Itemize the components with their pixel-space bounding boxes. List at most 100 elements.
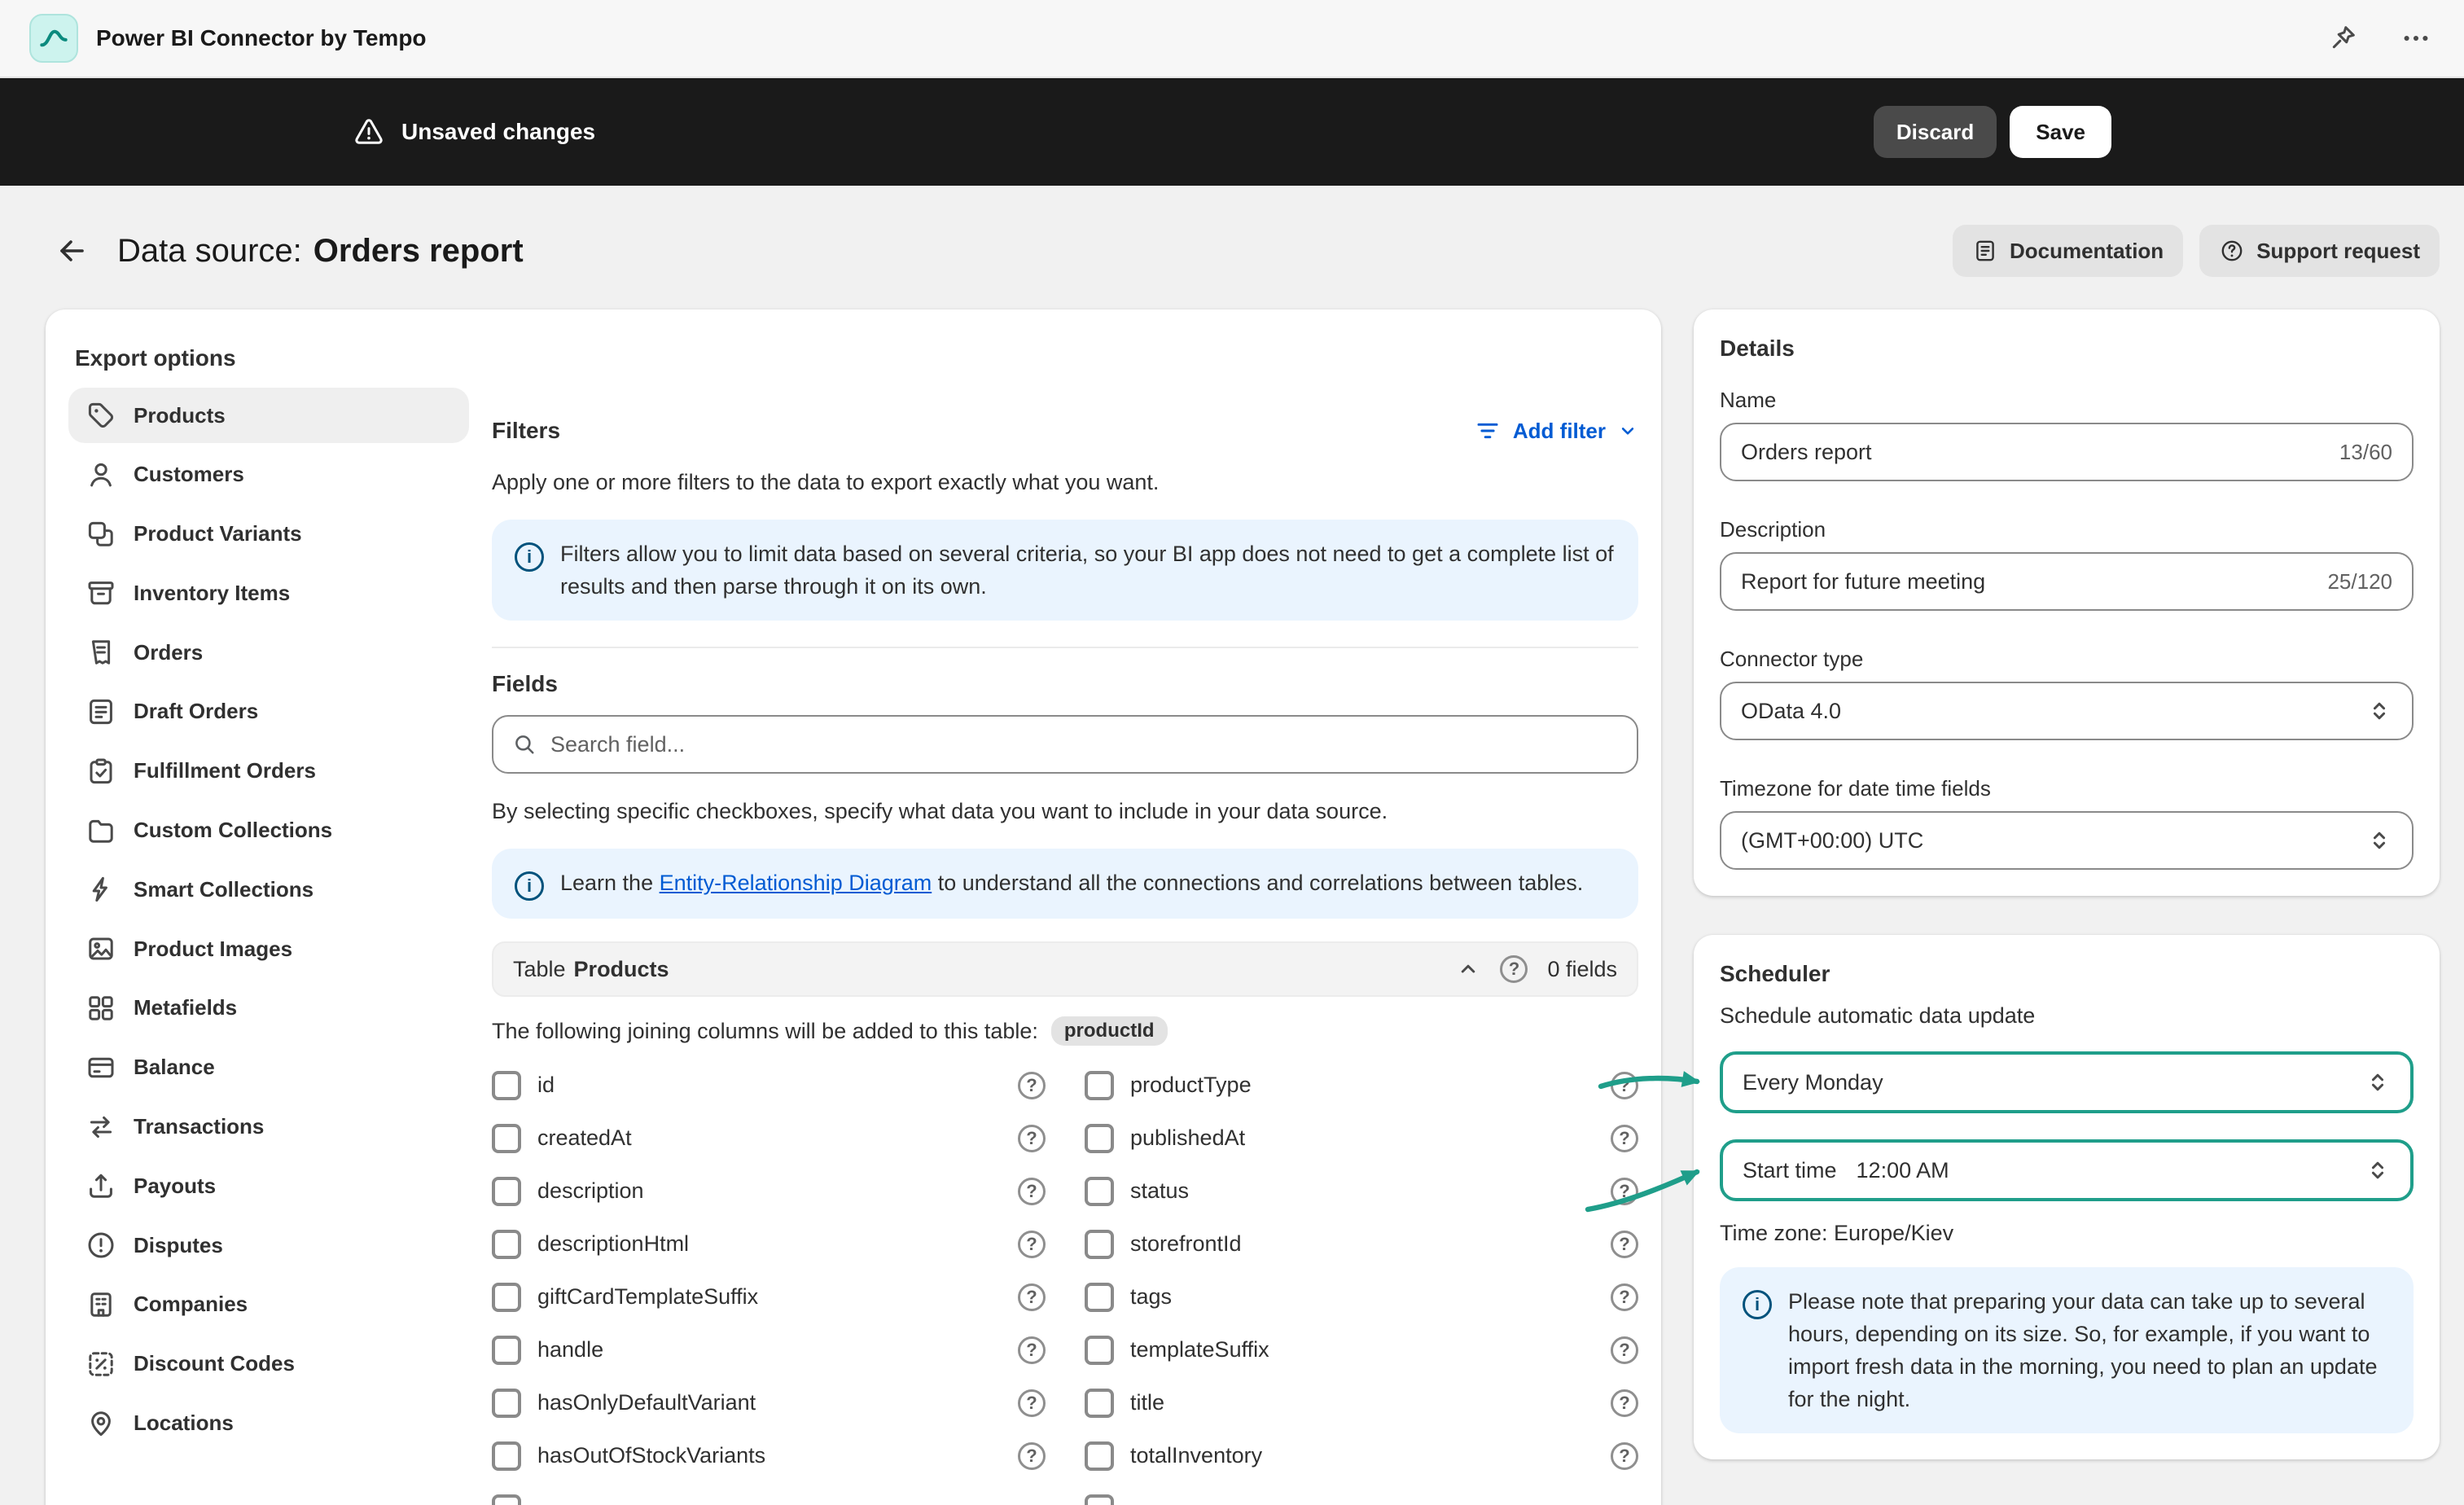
documentation-button[interactable]: Documentation [1953,225,2183,277]
fields-count: 0 fields [1547,957,1617,982]
field-checkbox[interactable] [492,1389,521,1418]
help-icon[interactable] [1018,1231,1046,1258]
field-checkbox[interactable] [492,1283,521,1312]
help-icon[interactable] [1611,1283,1638,1311]
chevron-up-icon[interactable] [1456,957,1480,981]
field-checkbox[interactable] [1085,1177,1114,1206]
field-checkbox[interactable] [492,1230,521,1259]
contextual-save-bar: Unsaved changes Discard Save [0,78,2464,186]
sidebar-item-products[interactable]: Products [68,388,469,443]
field-checkbox[interactable] [492,1177,521,1206]
sidebar-item-inventory-items[interactable]: Inventory Items [68,565,469,621]
field-checkbox[interactable] [1085,1124,1114,1153]
resource-sidebar: Products Customers Product Variants Inve… [68,388,469,1505]
sidebar-item-payouts[interactable]: Payouts [68,1158,469,1213]
details-heading: Details [1720,336,2414,362]
pin-icon[interactable] [2324,20,2361,57]
connector-type-value: OData 4.0 [1741,699,1841,724]
add-filter-button[interactable]: Add filter [1474,417,1638,445]
sidebar-item-orders[interactable]: Orders [68,625,469,680]
export-options-card: Export options Products Customers Produc… [46,309,1661,1505]
save-button[interactable]: Save [2010,106,2111,158]
sidebar-item-product-variants[interactable]: Product Variants [68,507,469,562]
timezone-select[interactable]: (GMT+00:00) UTC [1720,811,2414,870]
description-input[interactable] [1741,569,2314,595]
description-label: Description [1720,517,2414,542]
erd-text-prefix: Learn the [560,871,660,895]
field-checkbox[interactable] [1085,1230,1114,1259]
support-request-button[interactable]: Support request [2199,225,2440,277]
filter-icon [1474,417,1502,445]
timezone-value: (GMT+00:00) UTC [1741,828,1923,853]
field-checkbox[interactable] [1085,1389,1114,1418]
field-checkbox[interactable] [492,1336,521,1365]
lightning-icon [85,873,117,906]
help-icon[interactable] [1018,1283,1046,1311]
connector-type-select[interactable]: OData 4.0 [1720,682,2414,740]
sidebar-item-label: Custom Collections [134,818,332,843]
field-label: hasOnlyDefaultVariant [537,1390,756,1415]
help-icon[interactable] [1018,1072,1046,1099]
filters-info-banner: Filters allow you to limit data based on… [492,520,1638,621]
sidebar-item-transactions[interactable]: Transactions [68,1099,469,1155]
sidebar-item-label: Product Images [134,937,292,962]
field-checkbox[interactable] [492,1494,521,1505]
sidebar-item-metafields[interactable]: Metafields [68,981,469,1036]
sidebar-item-companies[interactable]: Companies [68,1277,469,1332]
sidebar-item-custom-collections[interactable]: Custom Collections [68,803,469,858]
help-icon[interactable] [1611,1389,1638,1417]
help-icon[interactable] [1611,1442,1638,1470]
unsaved-changes-message: Unsaved changes [353,116,595,148]
page-title-prefix: Data source: [117,233,302,270]
sidebar-item-label: Discount Codes [134,1351,295,1376]
search-input[interactable] [550,732,1619,757]
field-checkbox[interactable] [492,1124,521,1153]
sidebar-item-balance[interactable]: Balance [68,1040,469,1095]
field-checkbox[interactable] [1085,1336,1114,1365]
joining-badge: productId [1051,1016,1168,1046]
sidebar-item-smart-collections[interactable]: Smart Collections [68,862,469,917]
discard-button[interactable]: Discard [1874,106,1997,158]
sidebar-item-disputes[interactable]: Disputes [68,1218,469,1273]
help-icon[interactable] [1018,1389,1046,1417]
back-button[interactable] [49,228,94,274]
help-icon[interactable] [1611,1231,1638,1258]
back-arrow-icon [55,235,88,267]
sidebar-item-draft-orders[interactable]: Draft Orders [68,684,469,739]
field-row: giftCardTemplateSuffix [492,1270,1046,1323]
frequency-select[interactable]: Every Monday [1720,1051,2414,1113]
help-icon[interactable] [1500,955,1528,983]
help-icon[interactable] [1611,1178,1638,1205]
sidebar-item-discount-codes[interactable]: Discount Codes [68,1336,469,1392]
field-checkbox[interactable] [1085,1283,1114,1312]
page-title-name: Orders report [313,233,524,270]
help-icon[interactable] [1611,1072,1638,1099]
erd-link[interactable]: Entity-Relationship Diagram [660,871,932,895]
field-checkbox[interactable] [1085,1071,1114,1100]
help-icon[interactable] [1611,1125,1638,1152]
start-time-select[interactable]: Start time 12:00 AM [1720,1139,2414,1201]
help-icon[interactable] [1018,1178,1046,1205]
field-checkbox[interactable] [1085,1494,1114,1505]
field-label: templateSuffix [1130,1337,1269,1362]
field-row: productType [1085,1059,1638,1112]
sidebar-item-product-images[interactable]: Product Images [68,921,469,976]
field-checkbox[interactable] [492,1071,521,1100]
help-icon[interactable] [1018,1125,1046,1152]
help-icon[interactable] [1611,1336,1638,1364]
sidebar-item-fulfillment-orders[interactable]: Fulfillment Orders [68,744,469,799]
name-input[interactable] [1741,440,2326,465]
field-checkbox[interactable] [492,1441,521,1471]
table-products-header[interactable]: Table Products 0 fields [492,941,1638,997]
sidebar-item-locations[interactable]: Locations [68,1396,469,1451]
sidebar-item-customers[interactable]: Customers [68,447,469,502]
clipboard-check-icon [85,755,117,788]
help-icon[interactable] [1018,1336,1046,1364]
table-label-name: Products [574,957,669,982]
variants-icon [85,518,117,551]
field-row: status [1085,1165,1638,1218]
field-label: description [537,1178,644,1204]
overflow-menu-icon[interactable] [2397,20,2435,57]
help-icon[interactable] [1018,1442,1046,1470]
field-checkbox[interactable] [1085,1441,1114,1471]
